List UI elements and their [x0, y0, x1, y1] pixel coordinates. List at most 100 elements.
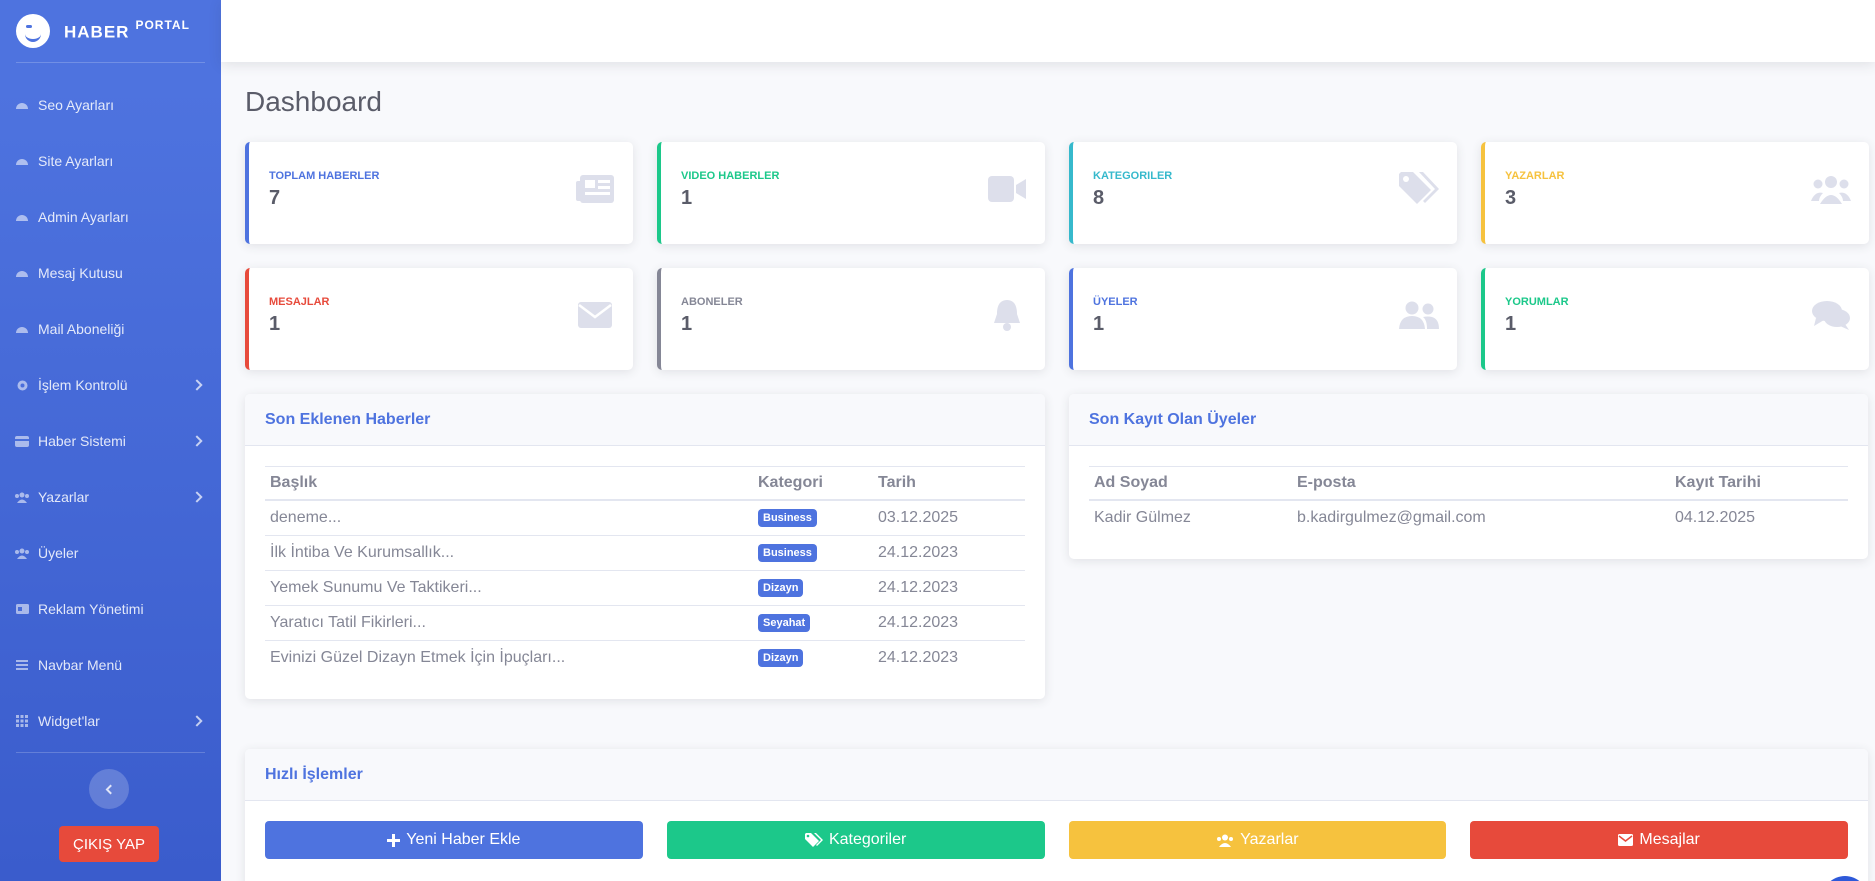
quick-action-button[interactable]: Yazarlar: [1068, 821, 1447, 859]
sidebar-item-label: Seo Ayarları: [38, 97, 115, 113]
column-header: Ad Soyad: [1089, 466, 1292, 501]
table-row: Yaratıcı Tatil Fikirleri... Seyahat 24.12.…: [265, 604, 1025, 640]
sidebar-toggle-button[interactable]: [89, 769, 129, 809]
table-row: Evinizi Güzel Dizayn Etmek İçin İpuçları…: [265, 639, 1025, 675]
dashboard-icon: [14, 211, 30, 223]
sidebar-item[interactable]: Haber Sistemi: [0, 413, 221, 469]
category-badge: Seyahat: [758, 614, 811, 632]
bell-icon: [987, 298, 1027, 332]
stat-card: YAZARLAR 3: [1481, 142, 1869, 244]
news-date: 24.12.2023: [873, 569, 1025, 605]
stat-cards: TOPLAM HABERLER 7 VIDEO HABERLER 1 KATEGORIL…: [245, 142, 1869, 370]
sidebar-item-label: Üyeler: [38, 545, 79, 561]
stat-card: TOPLAM HABERLER 7: [245, 142, 633, 244]
table-row: Kadir Gülmez b.kadirgulmez@gmail.com 04.12…: [1089, 500, 1848, 535]
sidebar: HABER PORTAL Seo Ayarları Site Ayarları Adm…: [0, 0, 221, 881]
sidebar-item[interactable]: Üyeler: [0, 525, 221, 581]
table-row: İlk İntiba Ve Kurumsallık... Business 24.1…: [265, 534, 1025, 570]
category-badge: Dizayn: [758, 649, 804, 668]
news-date: 24.12.2023: [873, 534, 1025, 570]
recent-news-table: Başlık Kategori Tarih deneme... Business 0…: [265, 466, 1025, 675]
news-date: 24.12.2023: [873, 639, 1025, 675]
brand[interactable]: HABER PORTAL: [0, 0, 221, 62]
sidebar-item[interactable]: Admin Ayarları: [0, 189, 221, 245]
news-title: Yaratıcı Tatil Fikirleri...: [265, 604, 753, 640]
sidebar-item[interactable]: Widget'lar: [0, 693, 221, 749]
quick-action-label: Yeni Haber Ekle: [406, 831, 521, 848]
column-header: Kategori: [753, 466, 873, 501]
stat-card: ABONELER 1: [657, 268, 1045, 370]
column-header: Başlık: [265, 466, 753, 501]
panel-title: Son Kayıt Olan Üyeler: [1069, 394, 1868, 446]
stat-card: KATEGORILER 8: [1069, 142, 1457, 244]
envelope-icon: [1618, 834, 1634, 846]
grid-icon: [14, 715, 30, 727]
chevron-right-icon: [191, 491, 203, 503]
tags-icon: [1399, 172, 1439, 206]
gear-icon: [14, 379, 30, 391]
topbar: [221, 0, 1875, 62]
quick-action-button[interactable]: Kategoriler: [666, 821, 1045, 859]
users-icon: [14, 491, 30, 503]
stat-card: ÜYELER 1: [1069, 268, 1457, 370]
table-row: deneme... Business 03.12.2025: [265, 500, 1025, 535]
sidebar-item-label: Reklam Yönetimi: [38, 601, 144, 617]
sidebar-item[interactable]: Mail Aboneliği: [0, 301, 221, 357]
recent-members-table: Ad Soyad E-posta Kayıt Tarihi Kadir Gülm…: [1089, 466, 1848, 535]
member-date: 04.12.2025: [1675, 509, 1756, 526]
laugh-wink-icon: [16, 14, 50, 48]
sidebar-item-label: Mesaj Kutusu: [38, 265, 123, 281]
quick-actions-panel: Hızlı İşlemler Yeni Haber Ekle Kategorile…: [245, 749, 1868, 881]
sidebar-item-label: Yazarlar: [38, 489, 90, 505]
main-content: Dashboard TOPLAM HABERLER 7 VIDEO HABERLER…: [245, 62, 1869, 881]
dashboard-icon: [14, 155, 30, 167]
sidebar-item[interactable]: Site Ayarları: [0, 133, 221, 189]
logout-button[interactable]: ÇIKIŞ YAP: [59, 826, 159, 862]
dashboard-icon: [14, 99, 30, 111]
chevron-left-icon: [105, 784, 116, 794]
sidebar-item-label: Widget'lar: [38, 713, 100, 729]
sidebar-item-label: Mail Aboneliği: [38, 321, 125, 337]
stat-card: YORUMLAR 1: [1481, 268, 1869, 370]
newspaper-icon: [575, 172, 615, 206]
brand-name: HABER PORTAL: [64, 17, 190, 42]
category-badge: Business: [758, 544, 817, 562]
dashboard-icon: [14, 323, 30, 335]
news-date: 24.12.2023: [873, 604, 1025, 640]
tags-icon: [804, 833, 823, 847]
recent-members-panel: Son Kayıt Olan Üyeler Ad Soyad E-posta K…: [1069, 394, 1868, 559]
user-friends-icon: [1399, 298, 1439, 332]
news-title: İlk İntiba Ve Kurumsallık...: [265, 534, 753, 570]
plus-icon: [387, 833, 401, 847]
envelope-icon: [575, 298, 615, 332]
dashboard-icon: [14, 267, 30, 279]
sidebar-item-label: Admin Ayarları: [38, 209, 129, 225]
news-title: Yemek Sunumu Ve Taktikeri...: [265, 569, 753, 605]
table-row: Yemek Sunumu Ve Taktikeri... Dizayn 24.12.…: [265, 569, 1025, 605]
chevron-right-icon: [191, 715, 203, 727]
panel-title: Hızlı İşlemler: [245, 749, 1868, 801]
panel-title: Son Eklenen Haberler: [245, 394, 1045, 446]
sidebar-item[interactable]: Navbar Menü: [0, 637, 221, 693]
quick-action-button[interactable]: Mesajlar: [1470, 821, 1848, 859]
news-date: 03.12.2025: [878, 508, 959, 526]
users-icon: [14, 547, 30, 559]
column-header: Kayıt Tarihi: [1670, 466, 1848, 501]
sidebar-item[interactable]: Yazarlar: [0, 469, 221, 525]
sidebar-item-label: Haber Sistemi: [38, 433, 126, 449]
quick-action-label: Yazarlar: [1240, 831, 1299, 848]
bars-icon: [14, 659, 30, 671]
sidebar-item[interactable]: Reklam Yönetimi: [0, 581, 221, 637]
stat-card: MESAJLAR 1: [245, 268, 633, 370]
sidebar-item[interactable]: Seo Ayarları: [0, 77, 221, 133]
recent-news-panel: Son Eklenen Haberler Başlık Kategori Tar…: [245, 394, 1045, 699]
card-icon: [14, 435, 30, 447]
sidebar-item[interactable]: Mesaj Kutusu: [0, 245, 221, 301]
users-icon: [1811, 172, 1851, 206]
sidebar-divider: [16, 752, 205, 753]
category-badge: Business: [758, 509, 817, 528]
member-email: b.kadirgulmez@gmail.com: [1297, 509, 1486, 526]
video-icon: [987, 172, 1027, 206]
sidebar-item[interactable]: İşlem Kontrolü: [0, 357, 221, 413]
quick-action-button[interactable]: Yeni Haber Ekle: [265, 821, 643, 859]
